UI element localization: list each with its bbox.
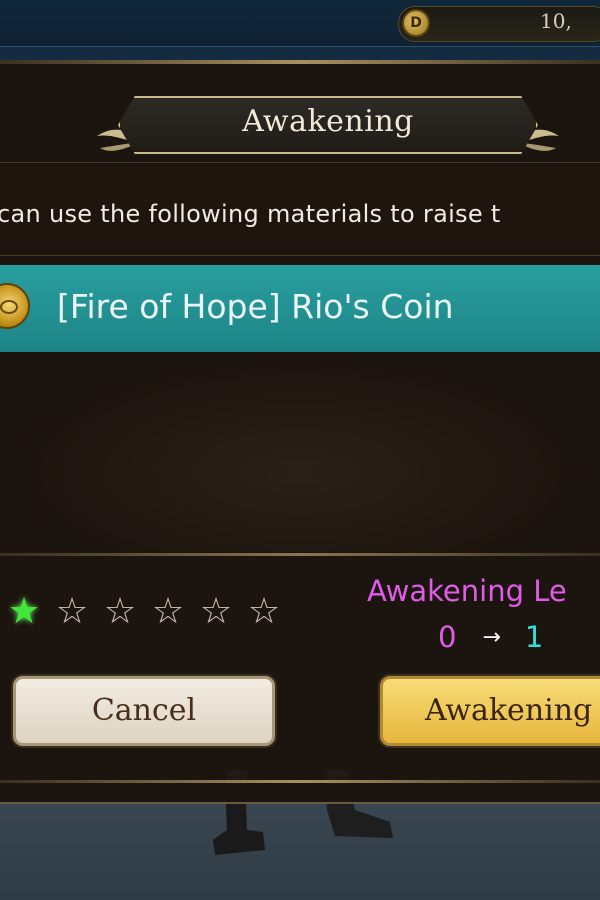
level-to: 1 xyxy=(524,620,544,654)
cancel-button[interactable]: Cancel xyxy=(13,676,275,746)
awakening-confirm-button[interactable]: Awakening xyxy=(380,676,600,746)
star-filled-icon: ★ xyxy=(7,591,41,632)
level-from: 0 xyxy=(438,620,457,654)
star-empty-icon: ☆ xyxy=(247,591,281,632)
dialog-title: Awakening xyxy=(242,104,414,139)
star-empty-icon: ☆ xyxy=(199,591,233,632)
awakening-level-label: Awakening Le xyxy=(367,574,567,608)
arrow-right-icon: → xyxy=(482,625,501,650)
currency-coin-icon: D xyxy=(402,9,430,37)
dialog-top-border xyxy=(0,60,600,64)
material-item-name: [Fire of Hope] Rio's Coin xyxy=(57,287,454,326)
dialog-bottom-border xyxy=(0,780,600,783)
star-rating: ★ ☆ ☆ ☆ ☆ ☆ xyxy=(0,592,288,632)
awakening-level-change: 0 → 1 xyxy=(438,620,543,654)
star-empty-icon: ☆ xyxy=(55,591,89,632)
dialog-description: can use the following materials to raise… xyxy=(0,200,501,228)
star-empty-icon: ☆ xyxy=(151,591,185,632)
dialog-content-area xyxy=(0,352,600,552)
dialog-separator xyxy=(0,553,600,556)
star-empty-icon: ☆ xyxy=(103,591,137,632)
currency-amount: 10, xyxy=(540,9,572,33)
